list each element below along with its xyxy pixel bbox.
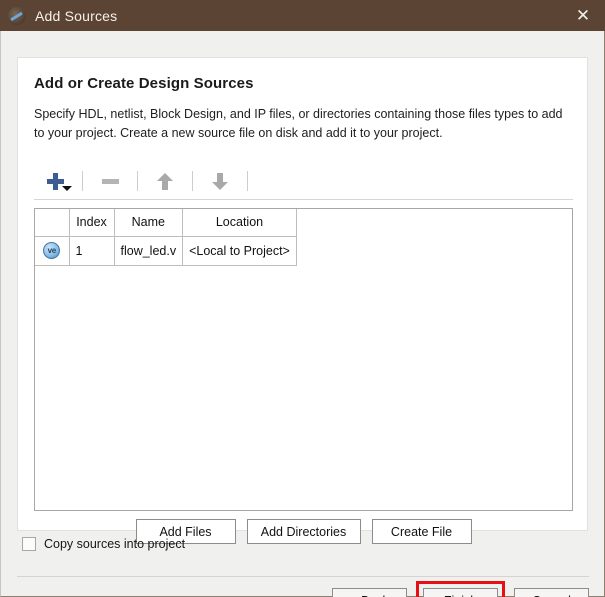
table-header-row: Index Name Location: [35, 209, 297, 237]
close-icon[interactable]: ✕: [561, 0, 605, 31]
footer-separator: [17, 576, 589, 577]
plus-icon: [46, 172, 64, 190]
finish-button-highlight: Finish: [416, 581, 505, 597]
create-file-button[interactable]: Create File: [371, 519, 472, 544]
dialog-body: Add or Create Design Sources Specify HDL…: [0, 31, 605, 597]
copy-sources-row[interactable]: Copy sources into project: [22, 537, 185, 551]
remove-source-button[interactable]: [89, 166, 131, 196]
window-title: Add Sources: [35, 7, 118, 24]
row-name: flow_led.v: [114, 236, 184, 266]
column-header-location[interactable]: Location: [182, 209, 297, 237]
page-description: Specify HDL, netlist, Block Design, and …: [34, 107, 563, 140]
title-bar: Add Sources ✕: [0, 0, 605, 31]
back-button[interactable]: < Back: [332, 588, 407, 597]
chevron-down-icon: [62, 186, 72, 191]
copy-sources-label: Copy sources into project: [44, 537, 186, 551]
toolbar-separator: [137, 171, 138, 191]
finish-button[interactable]: Finish: [423, 588, 498, 597]
vivado-icon: [8, 6, 26, 25]
sources-table: Index Name Location ve 1 flow_led.v <Loc…: [35, 209, 297, 266]
column-header-name[interactable]: Name: [114, 209, 184, 237]
row-index: 1: [69, 236, 115, 266]
verilog-file-icon: ve: [43, 242, 61, 259]
toolbar-separator: [247, 171, 248, 191]
toolbar-separator: [82, 171, 83, 191]
toolbar-separator: [192, 171, 193, 191]
sources-listbox[interactable]: Index Name Location ve 1 flow_led.v <Loc…: [34, 208, 573, 511]
sources-toolbar: [34, 163, 573, 200]
footer-buttons: < Back Finish Cancel: [332, 581, 589, 597]
add-directories-button[interactable]: Add Directories: [246, 519, 361, 544]
copy-sources-checkbox[interactable]: [22, 537, 36, 551]
arrow-up-icon: [157, 172, 173, 190]
content-panel: Add or Create Design Sources Specify HDL…: [17, 57, 588, 544]
row-icon-cell: ve: [35, 236, 70, 266]
cancel-button[interactable]: Cancel: [514, 588, 589, 597]
column-header-icon[interactable]: [35, 209, 70, 237]
row-location: <Local to Project>: [182, 236, 297, 266]
table-row[interactable]: ve 1 flow_led.v <Local to Project>: [35, 236, 297, 266]
minus-icon: [101, 178, 119, 184]
add-sources-dropdown-button[interactable]: [34, 166, 76, 196]
move-up-button[interactable]: [144, 166, 186, 196]
move-down-button[interactable]: [199, 166, 241, 196]
arrow-down-icon: [212, 172, 228, 190]
page-title: Add or Create Design Sources: [34, 75, 254, 92]
column-header-index[interactable]: Index: [69, 209, 115, 237]
